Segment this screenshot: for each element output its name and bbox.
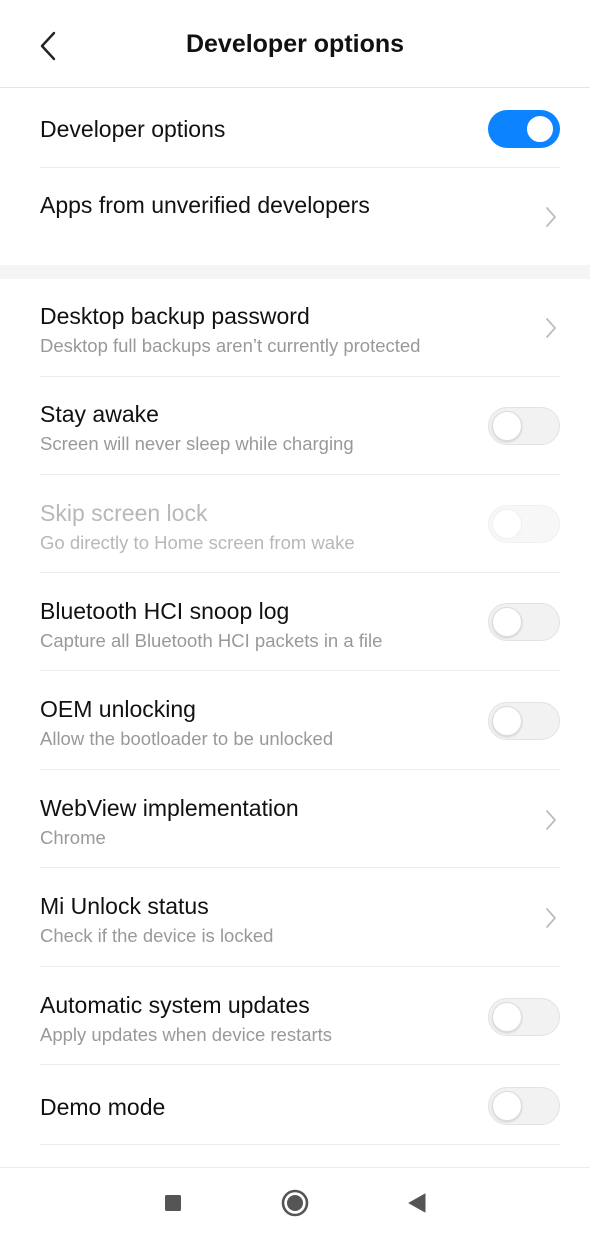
- row-title: Automatic system updates: [40, 992, 310, 1018]
- row-subtitle: Capture all Bluetooth HCI packets in a f…: [40, 630, 383, 651]
- chevron-right-icon: [546, 908, 556, 928]
- demo-mode-toggle[interactable]: [488, 1087, 560, 1125]
- row-subtitle: Desktop full backups aren’t currently pr…: [40, 335, 421, 356]
- bluetooth-hci-snoop-log-toggle[interactable]: [488, 603, 560, 641]
- demo-mode-row[interactable]: Demo mode: [0, 1065, 590, 1145]
- back-nav-button[interactable]: [402, 1188, 432, 1218]
- row-subtitle: Screen will never sleep while charging: [40, 433, 354, 454]
- skip-screen-lock-row: Skip screen lock Go directly to Home scr…: [0, 475, 590, 573]
- recents-button[interactable]: [158, 1188, 188, 1218]
- circle-home-icon: [281, 1189, 309, 1217]
- row-subtitle: Allow the bootloader to be unlocked: [40, 728, 334, 749]
- home-button[interactable]: [278, 1186, 312, 1220]
- automatic-system-updates-row[interactable]: Automatic system updates Apply updates w…: [0, 967, 590, 1065]
- toggle-knob: [492, 1002, 522, 1032]
- webview-implementation-row[interactable]: WebView implementation Chrome: [0, 770, 590, 868]
- row-title: Developer options: [40, 116, 226, 142]
- oem-unlocking-toggle[interactable]: [488, 702, 560, 740]
- row-title: Demo mode: [40, 1094, 166, 1120]
- toggle-knob: [525, 114, 555, 144]
- row-title: Skip screen lock: [40, 500, 208, 526]
- stay-awake-toggle[interactable]: [488, 407, 560, 445]
- row-subtitle: Apply updates when device restarts: [40, 1024, 333, 1045]
- row-title: Mi Unlock status: [40, 893, 209, 919]
- oem-unlocking-row[interactable]: OEM unlocking Allow the bootloader to be…: [0, 671, 590, 770]
- mi-unlock-status-row[interactable]: Mi Unlock status Check if the device is …: [0, 868, 590, 967]
- skip-screen-lock-toggle: [488, 505, 560, 543]
- developer-options-row[interactable]: Developer options: [0, 88, 590, 168]
- divider: [40, 1144, 560, 1145]
- toggle-knob: [492, 509, 522, 539]
- row-title: Desktop backup password: [40, 303, 310, 329]
- row-title: WebView implementation: [40, 795, 299, 821]
- automatic-system-updates-toggle[interactable]: [488, 998, 560, 1036]
- apps-from-unverified-developers-row[interactable]: Apps from unverified developers: [0, 168, 590, 265]
- toggle-knob: [492, 411, 522, 441]
- row-subtitle: Chrome: [40, 827, 106, 848]
- toggle-knob: [492, 607, 522, 637]
- square-recents-icon: [165, 1195, 181, 1211]
- chevron-right-icon: [546, 318, 556, 338]
- desktop-backup-password-row[interactable]: Desktop backup password Desktop full bac…: [0, 279, 590, 377]
- bluetooth-hci-snoop-log-row[interactable]: Bluetooth HCI snoop log Capture all Blue…: [0, 573, 590, 671]
- system-navigation-bar: [0, 1167, 590, 1240]
- row-subtitle: Go directly to Home screen from wake: [40, 532, 355, 553]
- page-title: Developer options: [185, 30, 405, 58]
- chevron-right-icon: [546, 810, 556, 830]
- row-title: Stay awake: [40, 401, 159, 427]
- developer-options-toggle[interactable]: [488, 110, 560, 148]
- triangle-back-icon: [408, 1193, 426, 1213]
- toggle-knob: [492, 1091, 522, 1121]
- chevron-right-icon: [546, 207, 556, 227]
- stay-awake-row[interactable]: Stay awake Screen will never sleep while…: [0, 377, 590, 475]
- row-title: Apps from unverified developers: [40, 192, 370, 218]
- section-separator: [0, 265, 590, 279]
- row-title: Bluetooth HCI snoop log: [40, 598, 290, 624]
- toggle-knob: [492, 706, 522, 736]
- title-bar: Developer options: [0, 0, 590, 88]
- row-title: OEM unlocking: [40, 696, 196, 722]
- row-subtitle: Check if the device is locked: [40, 925, 274, 946]
